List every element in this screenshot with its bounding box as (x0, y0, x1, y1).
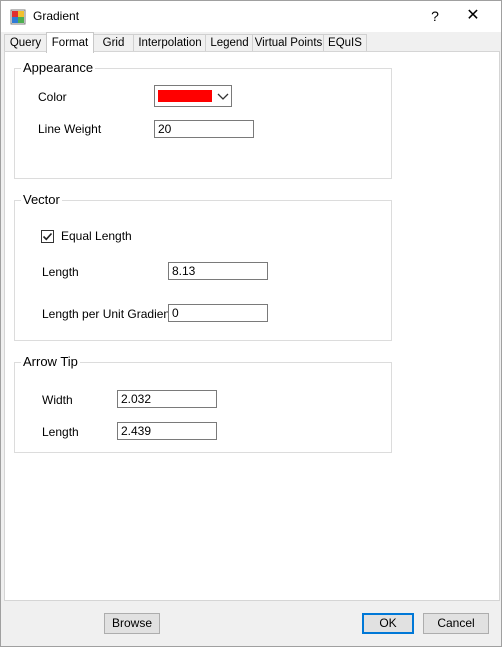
color-swatch (158, 90, 212, 102)
length-per-unit-gradient-field[interactable]: 0 (168, 304, 268, 322)
ok-button[interactable]: OK (362, 613, 414, 634)
line-weight-label: Line Weight (38, 122, 102, 136)
length-per-unit-gradient-label: Length per Unit Gradient (42, 307, 174, 321)
arrow-length-label: Length (42, 425, 79, 439)
appearance-group-title: Appearance (21, 60, 96, 75)
help-button[interactable]: ? (421, 5, 449, 27)
tab-grid[interactable]: Grid (92, 34, 135, 52)
tab-format[interactable]: Format (46, 32, 94, 53)
arrow-width-label: Width (42, 393, 73, 407)
color-label: Color (38, 90, 67, 104)
vector-length-field[interactable]: 8.13 (168, 262, 268, 280)
gradient-dialog: Gradient ? ✕ Query Format Grid Interpola… (0, 0, 502, 647)
app-icon (10, 9, 26, 25)
tab-legend[interactable]: Legend (205, 34, 254, 52)
arrow-width-field[interactable]: 2.032 (117, 390, 217, 408)
close-button[interactable]: ✕ (459, 5, 487, 27)
title-bar: Gradient ? ✕ (1, 1, 501, 32)
tab-equis[interactable]: EQuIS (323, 34, 367, 52)
equal-length-label[interactable]: Equal Length (61, 229, 132, 243)
equal-length-checkbox[interactable] (41, 230, 54, 243)
tab-virtual-points[interactable]: Virtual Points (252, 34, 325, 52)
tab-interpolation[interactable]: Interpolation (133, 34, 207, 52)
arrow-tip-group-title: Arrow Tip (21, 354, 80, 369)
browse-button[interactable]: Browse (104, 613, 160, 634)
arrow-length-field[interactable]: 2.439 (117, 422, 217, 440)
color-dropdown[interactable] (154, 85, 232, 107)
tab-query[interactable]: Query (4, 34, 47, 52)
line-weight-field[interactable]: 20 (154, 120, 254, 138)
cancel-button[interactable]: Cancel (423, 613, 489, 634)
vector-group-title: Vector (21, 192, 62, 207)
chevron-down-icon (217, 93, 229, 100)
checkmark-icon (42, 232, 53, 241)
vector-length-label: Length (42, 265, 79, 279)
window-title: Gradient (33, 9, 80, 23)
